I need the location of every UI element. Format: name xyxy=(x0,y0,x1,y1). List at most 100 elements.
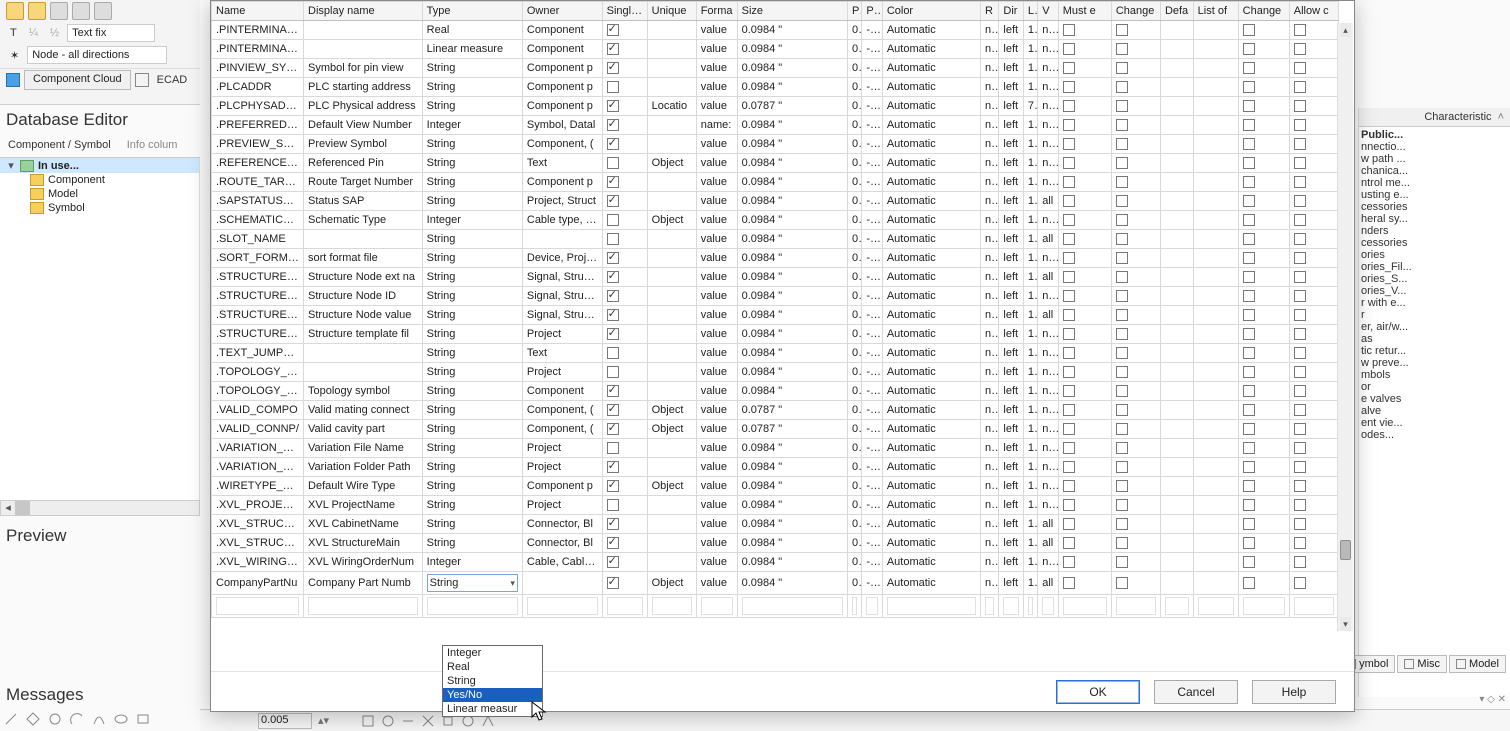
checkbox[interactable] xyxy=(1116,404,1128,416)
empty-cell-input[interactable] xyxy=(427,597,518,615)
table-row[interactable]: .VARIATION_FILIVariation File NameString… xyxy=(212,439,1339,458)
checkbox[interactable] xyxy=(1063,100,1075,112)
checkbox[interactable] xyxy=(1294,537,1306,549)
characteristic-item[interactable]: chanica... xyxy=(1359,165,1510,177)
characteristic-item[interactable]: mbols xyxy=(1359,369,1510,381)
table-row[interactable]: .TEXT_JUMP_LOStringTextvalue0.0984 "0-0.… xyxy=(212,344,1339,363)
checkbox[interactable] xyxy=(1116,309,1128,321)
table-row[interactable]: .ROUTE_TARGETRoute Target NumberStringCo… xyxy=(212,173,1339,192)
dropdown-option[interactable]: Linear measur xyxy=(443,702,542,716)
checkbox[interactable] xyxy=(607,577,619,589)
checkbox[interactable] xyxy=(1063,385,1075,397)
characteristic-item[interactable]: ories xyxy=(1359,249,1510,261)
dropdown-option[interactable]: String xyxy=(443,674,542,688)
table-row[interactable]: .WIRETYPE_DEF/Default Wire TypeStringCom… xyxy=(212,477,1339,496)
tree-item-symbol[interactable]: Symbol xyxy=(0,201,199,215)
empty-cell-input[interactable] xyxy=(701,597,733,615)
checkbox[interactable] xyxy=(1294,404,1306,416)
checkbox[interactable] xyxy=(607,81,619,93)
characteristic-item[interactable]: as xyxy=(1359,333,1510,345)
checkbox[interactable] xyxy=(1063,233,1075,245)
checkbox[interactable] xyxy=(607,385,619,397)
column-header[interactable]: R xyxy=(980,2,998,21)
save-icon[interactable] xyxy=(50,2,68,20)
characteristic-item[interactable]: tic retur... xyxy=(1359,345,1510,357)
checkbox[interactable] xyxy=(607,347,619,359)
text-tool-icon[interactable]: T xyxy=(6,25,21,41)
checkbox[interactable] xyxy=(1294,461,1306,473)
column-header[interactable]: Dir xyxy=(999,2,1024,21)
empty-cell-input[interactable] xyxy=(308,597,418,615)
checkbox[interactable] xyxy=(1243,537,1255,549)
checkbox[interactable] xyxy=(1116,233,1128,245)
fraction-icon[interactable]: ½ xyxy=(46,25,63,41)
checkbox[interactable] xyxy=(1063,62,1075,74)
checkbox[interactable] xyxy=(1294,214,1306,226)
scroll-thumb[interactable] xyxy=(1340,540,1351,560)
tab-component-symbol[interactable]: Component / Symbol xyxy=(0,136,119,157)
checkbox[interactable] xyxy=(607,518,619,530)
empty-cell-input[interactable] xyxy=(742,597,843,615)
component-cloud-button[interactable]: Component Cloud xyxy=(24,70,131,90)
checkbox[interactable] xyxy=(1243,271,1255,283)
table-row[interactable]: .TOPOLOGY_FOStringProjectvalue0.0984 "0-… xyxy=(212,363,1339,382)
checkbox[interactable] xyxy=(1243,214,1255,226)
checkbox[interactable] xyxy=(607,24,619,36)
checkbox[interactable] xyxy=(1116,252,1128,264)
checkbox[interactable] xyxy=(1294,81,1306,93)
checkbox[interactable] xyxy=(1243,233,1255,245)
checkbox[interactable] xyxy=(607,271,619,283)
checkbox[interactable] xyxy=(607,119,619,131)
dropdown-option[interactable]: Yes/No xyxy=(443,688,542,702)
checkbox[interactable] xyxy=(1116,385,1128,397)
empty-cell-input[interactable] xyxy=(652,597,692,615)
checkbox[interactable] xyxy=(607,480,619,492)
checkbox[interactable] xyxy=(1294,252,1306,264)
tool-icon[interactable] xyxy=(361,714,375,728)
dropdown-option[interactable]: Real xyxy=(443,660,542,674)
checkbox[interactable] xyxy=(607,556,619,568)
checkbox[interactable] xyxy=(1116,442,1128,454)
checkbox[interactable] xyxy=(1243,138,1255,150)
checkbox[interactable] xyxy=(1063,119,1075,131)
characteristic-item[interactable]: w preve... xyxy=(1359,357,1510,369)
characteristic-item[interactable]: r xyxy=(1359,309,1510,321)
checkbox[interactable] xyxy=(1116,138,1128,150)
checkbox[interactable] xyxy=(1243,556,1255,568)
checkbox[interactable] xyxy=(1063,518,1075,530)
empty-cell-input[interactable] xyxy=(527,597,598,615)
stepper-icon[interactable]: ▴▾ xyxy=(318,714,329,727)
checkbox[interactable] xyxy=(1294,195,1306,207)
checkbox[interactable] xyxy=(1116,271,1128,283)
node-directions-input[interactable]: Node - all directions xyxy=(27,46,167,64)
checkbox[interactable] xyxy=(1243,43,1255,55)
checkbox[interactable] xyxy=(607,442,619,454)
doc-icon[interactable] xyxy=(94,2,112,20)
empty-cell-input[interactable] xyxy=(607,597,643,615)
checkbox[interactable] xyxy=(1116,214,1128,226)
scroll-down-icon[interactable]: ▾ xyxy=(1340,617,1351,631)
characteristic-item[interactable]: er, air/w... xyxy=(1359,321,1510,333)
type-combo[interactable]: String▾ xyxy=(427,574,518,592)
checkbox[interactable] xyxy=(1116,537,1128,549)
checkbox[interactable] xyxy=(1294,43,1306,55)
ok-button[interactable]: OK xyxy=(1056,680,1140,704)
table-row[interactable]: .PREVIEW_SYMEPreview SymbolStringCompone… xyxy=(212,135,1339,154)
checkbox[interactable] xyxy=(1116,157,1128,169)
checkbox[interactable] xyxy=(1116,577,1128,589)
checkbox[interactable] xyxy=(1063,366,1075,378)
checkbox[interactable] xyxy=(607,195,619,207)
checkbox[interactable] xyxy=(1243,290,1255,302)
checkbox[interactable] xyxy=(1116,556,1128,568)
checkbox[interactable] xyxy=(1294,290,1306,302)
checkbox[interactable] xyxy=(1063,577,1075,589)
checkbox[interactable] xyxy=(1294,24,1306,36)
column-header[interactable]: Forma xyxy=(696,2,737,21)
checkbox[interactable] xyxy=(1243,480,1255,492)
checkbox[interactable] xyxy=(1294,176,1306,188)
checkbox[interactable] xyxy=(1294,385,1306,397)
checkbox[interactable] xyxy=(1116,461,1128,473)
checkbox[interactable] xyxy=(1243,385,1255,397)
checkbox[interactable] xyxy=(607,100,619,112)
column-header[interactable]: Size xyxy=(737,2,847,21)
